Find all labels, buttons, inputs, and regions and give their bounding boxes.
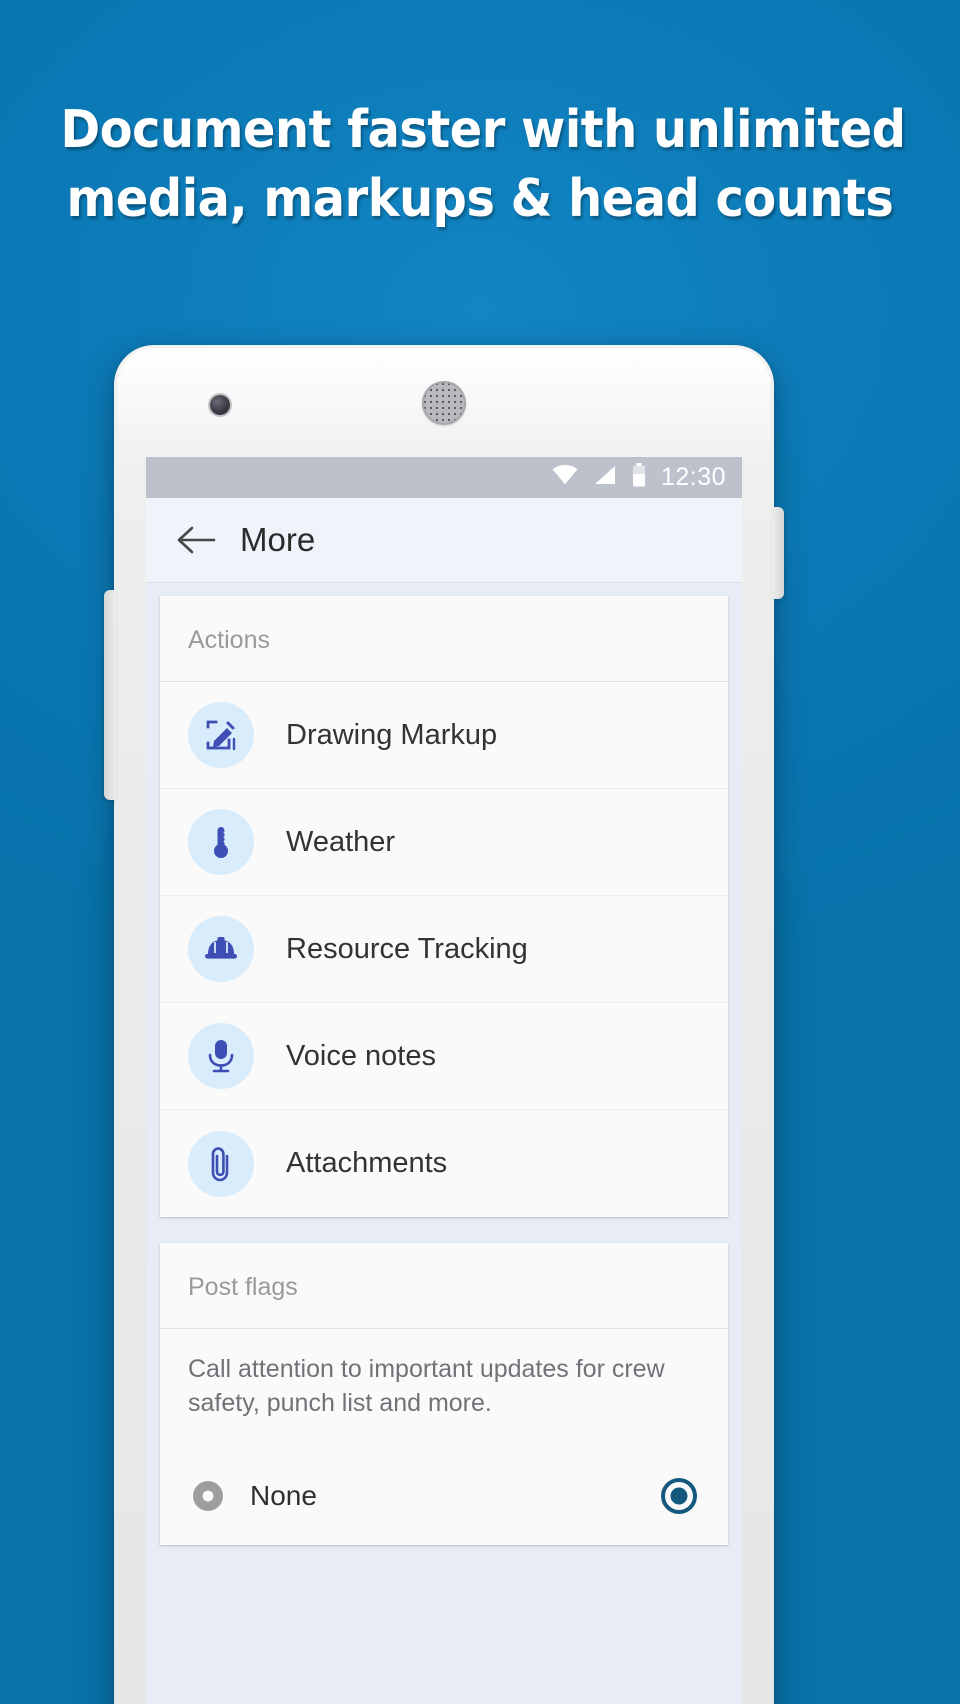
microphone-icon	[188, 1023, 254, 1089]
hard-hat-icon	[188, 916, 254, 982]
post-flags-description: Call attention to important updates for …	[188, 1355, 665, 1417]
promo-headline: Document faster with unlimited media, ma…	[38, 96, 921, 233]
actions-card: Actions Drawing Markup Weather Resource …	[160, 596, 728, 1217]
power-button[interactable]	[772, 507, 784, 599]
list-item-label: Resource Tracking	[286, 932, 528, 965]
post-flags-card-header: Post flags	[160, 1243, 728, 1329]
page-title: More	[240, 521, 316, 558]
list-item-drawing-markup[interactable]: Drawing Markup	[160, 682, 728, 789]
headline-line-1: Document faster with unlimited	[60, 100, 906, 160]
back-arrow-icon[interactable]	[172, 516, 220, 564]
list-item-resource-tracking[interactable]: Resource Tracking	[160, 896, 728, 1003]
thermometer-icon	[188, 809, 254, 875]
volume-button[interactable]	[104, 590, 116, 800]
battery-icon	[632, 463, 646, 492]
post-flag-option-label: None	[250, 1479, 317, 1511]
phone-mockup: 12:30 More Actions Drawing Markup Weathe…	[104, 345, 784, 1704]
app-bar: More	[146, 498, 742, 582]
post-flag-option-none[interactable]: None	[160, 1447, 728, 1545]
list-item-label: Voice notes	[286, 1039, 436, 1072]
none-flag-icon	[188, 1479, 228, 1513]
front-camera-icon	[210, 395, 230, 415]
list-item-weather[interactable]: Weather	[160, 789, 728, 896]
paperclip-icon	[188, 1130, 254, 1197]
list-item-label: Drawing Markup	[286, 718, 498, 751]
phone-screen: 12:30 More Actions Drawing Markup Weathe…	[146, 457, 742, 1704]
list-item-label: Weather	[286, 825, 396, 858]
wifi-icon	[552, 465, 578, 490]
post-flags-card: Post flags Call attention to important u…	[160, 1243, 728, 1545]
status-bar: 12:30	[146, 457, 742, 498]
list-item-voice-notes[interactable]: Voice notes	[160, 1003, 728, 1110]
cellular-signal-icon	[593, 465, 617, 490]
actions-card-header: Actions	[160, 596, 728, 682]
status-bar-time: 12:30	[660, 463, 726, 491]
earpiece-speaker-icon	[422, 381, 466, 425]
drawing-markup-icon	[188, 702, 254, 768]
radio-button-selected[interactable]	[658, 1475, 700, 1517]
headline-line-2: media, markups & head counts	[66, 168, 894, 229]
list-item-attachments[interactable]: Attachments	[160, 1110, 728, 1217]
screen-content: Actions Drawing Markup Weather Resource …	[146, 596, 742, 1545]
list-item-label: Attachments	[286, 1147, 448, 1179]
